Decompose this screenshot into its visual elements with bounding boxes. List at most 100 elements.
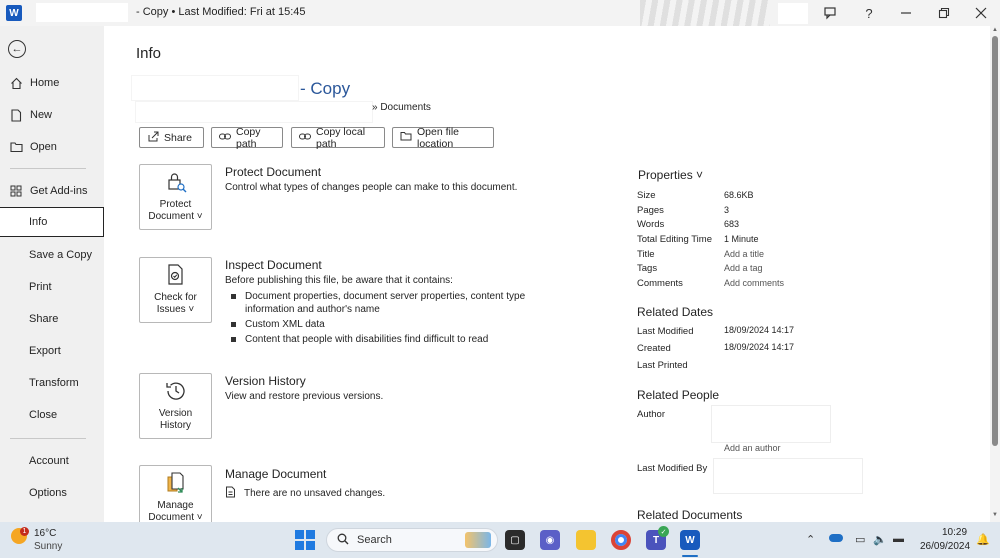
open-file-location-button[interactable]: Open file location (392, 126, 494, 150)
scroll-down-icon[interactable]: ▼ (992, 512, 998, 518)
taskbar-search[interactable]: Search (326, 528, 498, 552)
share-label: Share (164, 131, 193, 144)
clock-time[interactable]: 10:29 (942, 527, 967, 538)
manage-document-button[interactable]: Manage Document ˅ (139, 465, 212, 522)
nav-item-info[interactable]: Info (0, 207, 104, 237)
nav-label: Save a Copy (29, 249, 92, 261)
chrome-icon[interactable] (611, 530, 631, 550)
link-icon (299, 132, 311, 144)
tray-chevron-icon[interactable]: ⌃ (806, 533, 815, 546)
version-btn-line2: History (159, 420, 192, 431)
copy-local-path-button[interactable]: Copy local path (291, 126, 385, 150)
weather-desc[interactable]: Sunny (34, 541, 62, 552)
search-label: Search (357, 534, 392, 546)
weather-temp[interactable]: 16°C (34, 528, 56, 539)
add-comments-field[interactable]: Add comments (724, 278, 784, 288)
nav-item-transform[interactable]: Transform (0, 368, 104, 398)
document-path[interactable]: » Documents (372, 102, 431, 113)
word-icon[interactable]: W (6, 5, 22, 21)
prop-value-editing-time: 1 Minute (724, 234, 759, 244)
author-label: Author (637, 409, 665, 420)
feedback-icon[interactable] (822, 4, 840, 22)
protect-document-button[interactable]: Protect Document ˅ (139, 164, 212, 230)
related-dates-heading: Related Dates (637, 305, 714, 319)
word-taskbar-icon[interactable]: W (680, 530, 700, 550)
author-redaction (712, 406, 830, 442)
nav-item-save-a-copy[interactable]: Save a Copy (0, 240, 104, 270)
display-icon[interactable]: ▭ (855, 533, 865, 546)
prop-label-words: Words (637, 219, 665, 230)
scroll-up-icon[interactable]: ▲ (992, 27, 998, 33)
nav-label: Home (30, 77, 60, 89)
nav-item-export[interactable]: Export (0, 336, 104, 366)
volume-icon[interactable]: 🔈 (873, 533, 887, 546)
vertical-scrollbar[interactable]: ▲ ▼ (990, 26, 1000, 522)
onedrive-icon[interactable] (829, 534, 843, 542)
history-clock-icon (163, 378, 189, 404)
share-button[interactable]: Share (139, 127, 204, 148)
nav-item-get-addins[interactable]: Get Add-ins (0, 176, 104, 206)
nav-label: Transform (29, 377, 79, 389)
restore-icon[interactable] (935, 4, 953, 22)
prop-label-comments: Comments (637, 278, 683, 289)
nav-item-share[interactable]: Share (0, 304, 104, 334)
related-documents-heading: Related Documents (637, 508, 743, 522)
check-for-issues-button[interactable]: Check for Issues ˅ (139, 257, 212, 323)
nav-item-open[interactable]: Open (0, 132, 104, 162)
nav-label: Account (29, 455, 69, 467)
search-highlight-icon (465, 532, 491, 548)
share-icon (147, 131, 159, 145)
add-author-link[interactable]: Add an author (724, 443, 781, 453)
task-view-icon[interactable]: ▢ (505, 530, 525, 550)
properties-heading[interactable]: Properties ˅ (638, 168, 703, 182)
nav-label: Print (29, 281, 52, 293)
account-redaction (778, 3, 808, 24)
copy-path-label: Copy path (236, 125, 261, 150)
nav-item-options[interactable]: Options (0, 478, 104, 508)
nav-item-home[interactable]: Home (0, 68, 104, 98)
backstage-nav: ← Home New Open Get Add-ins Info Save a … (0, 26, 104, 522)
add-title-field[interactable]: Add a title (724, 249, 764, 259)
protect-desc: Control what types of changes people can… (225, 182, 518, 193)
add-tag-field[interactable]: Add a tag (724, 263, 763, 273)
manage-btn-line1: Manage (157, 500, 194, 511)
lock-search-icon (163, 169, 189, 195)
manage-desc: There are no unsaved changes. (244, 488, 386, 499)
folder-icon (9, 140, 23, 154)
notification-bell-icon[interactable]: 🔔 (976, 533, 990, 546)
nav-item-print[interactable]: Print (0, 272, 104, 302)
back-arrow-icon[interactable]: ← (8, 40, 26, 58)
folder-icon (400, 131, 412, 144)
related-people-heading: Related People (637, 388, 720, 402)
info-pane: Info - Copy » Documents Share Copy path … (104, 26, 990, 522)
protect-btn-line2: Document ˅ (148, 211, 203, 222)
prop-label-title: Title (637, 249, 655, 260)
nav-item-new[interactable]: New (0, 100, 104, 130)
document-name: - Copy (300, 79, 351, 98)
file-explorer-icon[interactable] (576, 530, 596, 550)
nav-item-account[interactable]: Account (0, 446, 104, 476)
version-history-button[interactable]: Version History (139, 373, 212, 439)
home-icon (9, 76, 23, 90)
clock-date[interactable]: 26/09/2024 (920, 541, 970, 552)
last-modified-by-label: Last Modified By (637, 463, 708, 474)
list-item: Content that people with disabilities fi… (229, 333, 569, 346)
prop-label-pages: Pages (637, 205, 664, 216)
minimize-icon[interactable] (897, 4, 915, 22)
battery-icon[interactable]: ▬ (893, 533, 904, 545)
scroll-thumb[interactable] (992, 36, 998, 446)
chat-icon[interactable]: ◉ (540, 530, 560, 550)
list-item: Document properties, document server pro… (229, 290, 569, 316)
inspect-doc-icon (163, 262, 189, 288)
prop-label-size: Size (637, 190, 656, 201)
addins-icon (9, 184, 23, 198)
close-icon[interactable] (972, 4, 990, 22)
title-decoration (640, 0, 770, 26)
help-icon[interactable]: ? (860, 4, 878, 22)
nav-item-close[interactable]: Close (0, 400, 104, 430)
nav-divider (10, 168, 86, 169)
active-app-indicator (682, 555, 698, 557)
windows-start-icon[interactable] (295, 530, 315, 550)
page-title: Info (136, 45, 162, 62)
copy-path-button[interactable]: Copy path (211, 125, 283, 150)
